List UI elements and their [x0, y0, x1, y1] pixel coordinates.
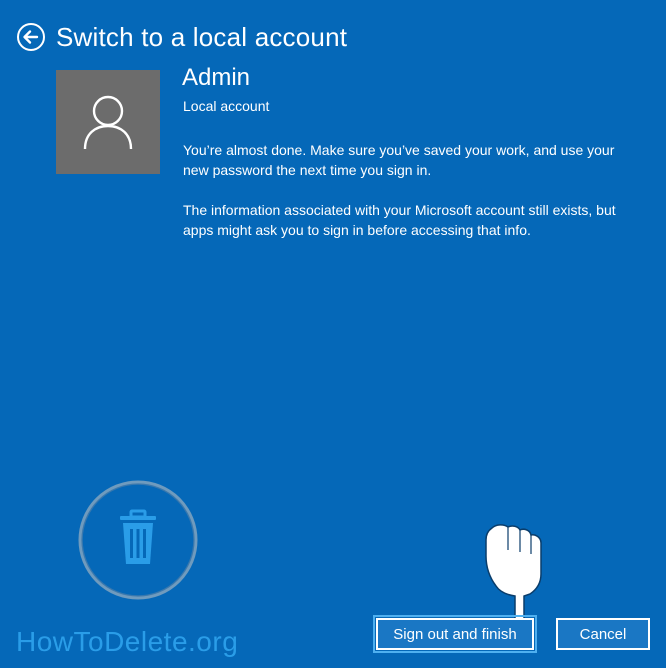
back-arrow-icon[interactable]	[16, 22, 46, 52]
watermark-circle	[78, 480, 198, 600]
page-title: Switch to a local account	[56, 21, 348, 52]
watermark-text: HowToDelete.org	[16, 626, 239, 657]
user-icon	[83, 95, 133, 150]
account-type: Local account	[183, 98, 270, 114]
trash-icon	[120, 509, 156, 564]
header: Switch to a local account	[16, 20, 347, 54]
avatar	[56, 70, 160, 174]
pointing-hand-icon	[485, 524, 542, 630]
account-name: Admin	[182, 64, 251, 91]
message-almost-done: You’re almost done. Make sure you’ve sav…	[183, 142, 615, 178]
cancel-button[interactable]: Cancel	[556, 618, 650, 650]
message-account-info: The information associated with your Mic…	[183, 202, 616, 238]
sign-out-and-finish-button[interactable]: Sign out and finish	[373, 615, 537, 653]
